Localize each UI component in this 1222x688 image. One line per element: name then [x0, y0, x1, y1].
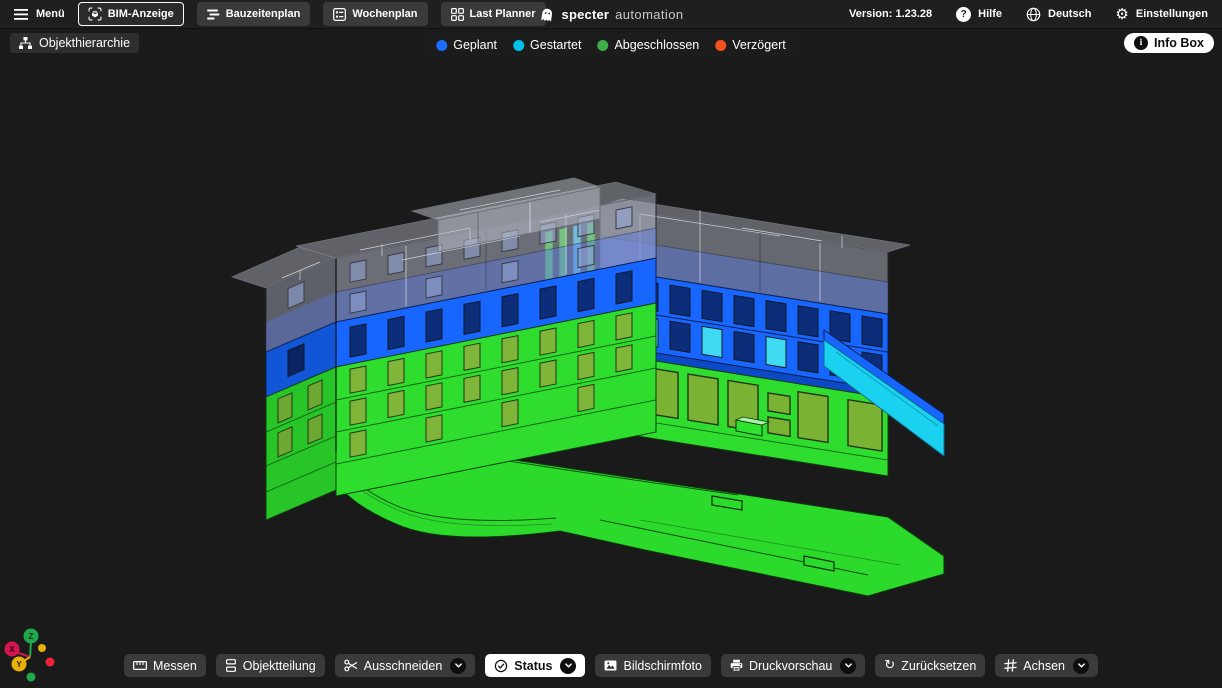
info-icon: i: [1134, 36, 1148, 50]
ghost-icon: [539, 6, 556, 23]
legend-label: Gestartet: [530, 38, 581, 52]
settings-label: Einstellungen: [1136, 8, 1208, 20]
object-split-icon: [225, 659, 237, 672]
gizmo-neg-y-dot[interactable]: [38, 644, 46, 652]
print-preview-label: Druckvorschau: [749, 659, 832, 673]
tab-last-planner[interactable]: Last Planner: [441, 2, 546, 26]
orientation-gizmo[interactable]: Z X Y: [0, 615, 80, 688]
object-hierarchy-label: Objekthierarchie: [39, 36, 130, 50]
reset-view-button[interactable]: ↻ Zurücksetzen: [875, 654, 985, 677]
print-preview-button[interactable]: Druckvorschau: [721, 654, 865, 677]
status-dot-geplant: [436, 40, 447, 51]
status-check-icon: [494, 659, 508, 673]
measure-button[interactable]: Messen: [124, 654, 206, 677]
legend-item-geplant: Geplant: [436, 38, 497, 52]
help-icon: ?: [956, 7, 971, 22]
tab-label: Wochenplan: [352, 8, 417, 20]
version-text: Version: 1.23.28: [849, 8, 932, 20]
left-wing-side-face: [266, 258, 336, 520]
chevron-down-icon: [564, 662, 573, 669]
object-split-button[interactable]: Objektteilung: [216, 654, 325, 677]
hierarchy-icon: [19, 37, 32, 49]
bottom-toolbar: Messen Objektteilung Ausschneiden: [0, 654, 1222, 677]
info-box-button[interactable]: i Info Box: [1124, 33, 1214, 53]
tab-label: Last Planner: [470, 8, 536, 20]
help-label: Hilfe: [978, 8, 1002, 20]
bim-model-3d-viewport[interactable]: [0, 0, 1222, 688]
status-dropdown-toggle[interactable]: [560, 658, 576, 674]
status-dot-gestartet: [513, 40, 524, 51]
screenshot-icon: [604, 660, 617, 671]
status-dot-verzoegert: [715, 40, 726, 51]
measure-label: Messen: [153, 659, 197, 673]
status-dot-abgeschlossen: [597, 40, 608, 51]
status-legend: Geplant Gestartet Abgeschlossen Verzöger…: [424, 33, 798, 57]
chevron-down-icon: [454, 662, 463, 669]
axes-button[interactable]: Achsen: [995, 654, 1098, 677]
settings-button[interactable]: ⚙ Einstellungen: [1115, 7, 1208, 22]
reset-view-label: Zurücksetzen: [901, 659, 976, 673]
printer-icon: [730, 659, 743, 672]
axes-label: Achsen: [1023, 659, 1065, 673]
cut-label: Ausschneiden: [364, 659, 443, 673]
legend-label: Verzögert: [732, 38, 786, 52]
legend-label: Abgeschlossen: [614, 38, 699, 52]
cut-button[interactable]: Ausschneiden: [335, 654, 476, 677]
menu-button[interactable]: Menü: [14, 8, 65, 20]
axes-grid-icon: [1004, 659, 1017, 672]
legend-item-verzoegert: Verzögert: [715, 38, 786, 52]
axes-dropdown-toggle[interactable]: [1073, 658, 1089, 674]
top-bar: Menü BIM-Anzeige Bauzeitenplan: [0, 0, 1222, 29]
chevron-down-icon: [844, 662, 853, 669]
globe-icon: [1026, 7, 1041, 22]
legend-label: Geplant: [453, 38, 497, 52]
tab-bauzeitenplan[interactable]: Bauzeitenplan: [197, 2, 311, 26]
grid-icon: [451, 8, 464, 21]
gear-icon: ⚙: [1115, 7, 1128, 22]
object-hierarchy-button[interactable]: Objekthierarchie: [10, 33, 139, 53]
gizmo-z-handle[interactable]: Z: [24, 629, 39, 644]
chevron-down-icon: [1077, 662, 1086, 669]
help-button[interactable]: ? Hilfe: [956, 7, 1002, 22]
tab-wochenplan[interactable]: Wochenplan: [323, 2, 427, 26]
cut-dropdown-toggle[interactable]: [450, 658, 466, 674]
hamburger-icon: [14, 9, 28, 20]
reset-icon: ↻: [884, 659, 895, 672]
object-split-label: Objektteilung: [243, 659, 316, 673]
svg-text:Z: Z: [29, 632, 34, 641]
bim-app: Z X Y Menü: [0, 0, 1222, 688]
screenshot-label: Bildschirmfoto: [623, 659, 702, 673]
menu-label: Menü: [36, 8, 65, 20]
svg-text:X: X: [9, 645, 15, 654]
brand-name: specter: [562, 7, 610, 22]
print-preview-dropdown-toggle[interactable]: [840, 658, 856, 674]
tab-label: Bauzeitenplan: [226, 8, 301, 20]
tab-label: BIM-Anzeige: [108, 8, 174, 20]
status-button[interactable]: Status: [485, 654, 585, 677]
status-label: Status: [514, 659, 552, 673]
legend-item-gestartet: Gestartet: [513, 38, 581, 52]
language-label: Deutsch: [1048, 8, 1091, 20]
screenshot-button[interactable]: Bildschirmfoto: [595, 654, 711, 677]
scissors-icon: [344, 659, 358, 672]
week-list-icon: [333, 8, 346, 21]
gantt-icon: [207, 9, 220, 20]
info-box-label: Info Box: [1154, 36, 1204, 50]
brand-logo: specter automation: [539, 0, 684, 28]
brand-suffix: automation: [615, 7, 683, 22]
language-button[interactable]: Deutsch: [1026, 7, 1091, 22]
tab-bim-anzeige[interactable]: BIM-Anzeige: [78, 2, 184, 26]
building-model: [232, 178, 944, 596]
ruler-icon: [133, 661, 147, 670]
legend-item-abgeschlossen: Abgeschlossen: [597, 38, 699, 52]
topbar-right: Version: 1.23.28 ? Hilfe Deutsch ⚙ Einst…: [849, 7, 1208, 22]
bim-view-icon: [88, 7, 102, 21]
